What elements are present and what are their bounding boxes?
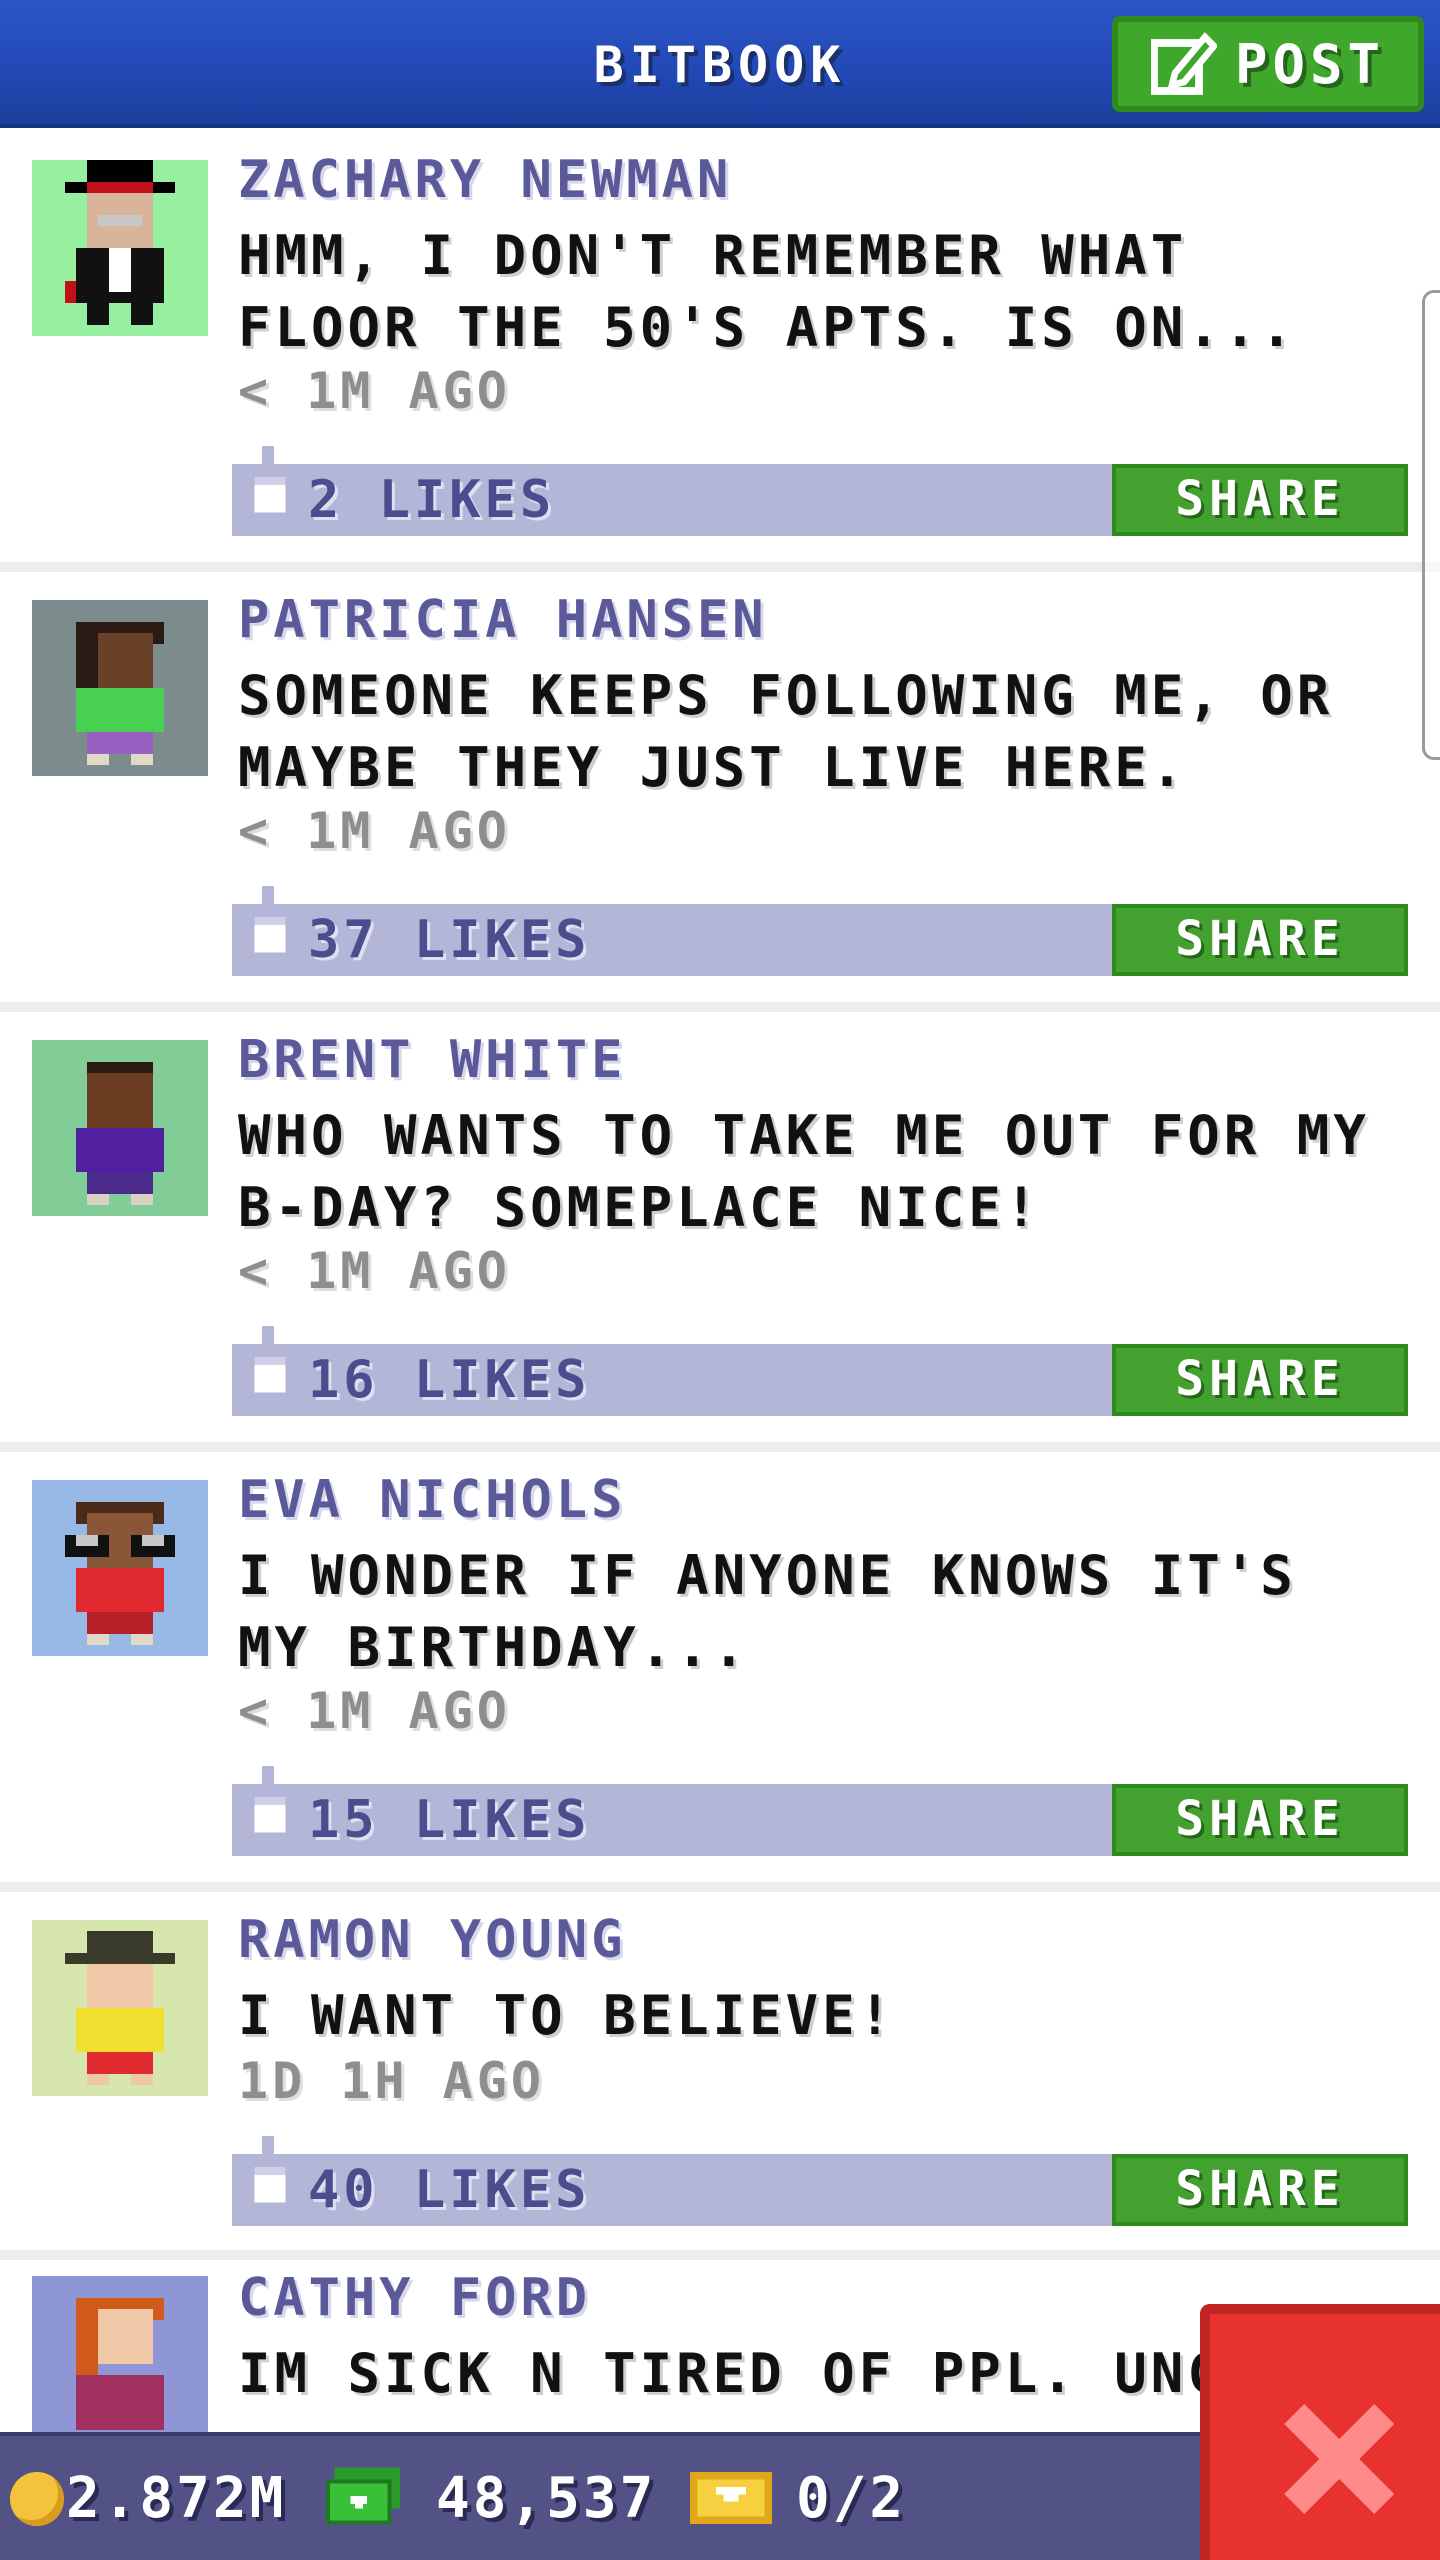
post-author[interactable]: BRENT WHITE bbox=[238, 1030, 626, 1090]
thumbs-up-icon[interactable] bbox=[246, 446, 290, 524]
coins-value: 2.872M bbox=[66, 2466, 287, 2531]
feed-post: PATRICIA HANSEN SOMEONE KEEPS FOLLOWING … bbox=[0, 572, 1440, 1012]
like-bar: 15 LIKES SHARE bbox=[232, 1766, 1408, 1856]
post-time: < 1M AGO bbox=[238, 362, 511, 420]
share-button[interactable]: SHARE bbox=[1112, 1784, 1408, 1856]
like-bar: 16 LIKES SHARE bbox=[232, 1326, 1408, 1416]
post-time: < 1M AGO bbox=[238, 1242, 511, 1300]
post-time: < 1M AGO bbox=[238, 802, 511, 860]
feed-post: EVA NICHOLS I WONDER IF ANYONE KNOWS IT'… bbox=[0, 1452, 1440, 1892]
post-message: SOMEONE KEEPS FOLLOWING ME, OR MAYBE THE… bbox=[238, 664, 1334, 799]
app-header: BITBOOK POST bbox=[0, 0, 1440, 128]
post-time: 1D 1H AGO bbox=[238, 2052, 545, 2110]
feed-post: BRENT WHITE WHO WANTS TO TAKE ME OUT FOR… bbox=[0, 1012, 1440, 1452]
like-count: 37 LIKES bbox=[308, 910, 591, 970]
like-count: 15 LIKES bbox=[308, 1790, 591, 1850]
bitbook-feed[interactable]: ZACHARY NEWMAN HMM, I DON'T REMEMBER WHA… bbox=[0, 132, 1440, 2460]
avatar bbox=[32, 2276, 208, 2452]
thumbs-up-icon[interactable] bbox=[246, 2136, 290, 2214]
like-bar: 40 LIKES SHARE bbox=[232, 2136, 1408, 2226]
post-time: < 1M AGO bbox=[238, 1682, 511, 1740]
post-message: I WANT TO BELIEVE! bbox=[238, 1984, 896, 2047]
feed-post: RAMON YOUNG I WANT TO BELIEVE! 1D 1H AGO… bbox=[0, 1892, 1440, 2260]
post-button[interactable]: POST bbox=[1112, 16, 1424, 112]
cash-icon bbox=[326, 2467, 400, 2525]
feed-post: ZACHARY NEWMAN HMM, I DON'T REMEMBER WHA… bbox=[0, 132, 1440, 572]
post-author[interactable]: PATRICIA HANSEN bbox=[238, 590, 768, 650]
post-author[interactable]: EVA NICHOLS bbox=[238, 1470, 626, 1530]
thumbs-up-icon[interactable] bbox=[246, 1326, 290, 1404]
post-author[interactable]: RAMON YOUNG bbox=[238, 1910, 626, 1970]
like-count: 2 LIKES bbox=[308, 470, 556, 530]
avatar bbox=[32, 160, 208, 336]
thumbs-up-icon[interactable] bbox=[246, 1766, 290, 1844]
avatar bbox=[32, 1040, 208, 1216]
avatar bbox=[32, 600, 208, 776]
post-author[interactable]: CATHY FORD bbox=[238, 2268, 591, 2328]
close-icon bbox=[1284, 2404, 1394, 2514]
post-author[interactable]: ZACHARY NEWMAN bbox=[238, 150, 732, 210]
tickets-value: 0/2 bbox=[796, 2466, 907, 2531]
edit-icon bbox=[1150, 32, 1217, 95]
post-message: IM SICK N TIRED OF PPL. UNCOR bbox=[238, 2342, 1218, 2405]
share-button[interactable]: SHARE bbox=[1112, 904, 1408, 976]
bux-value: 48,537 bbox=[436, 2466, 657, 2531]
post-message: HMM, I DON'T REMEMBER WHAT FLOOR THE 50'… bbox=[238, 224, 1297, 359]
coin-icon bbox=[10, 2472, 64, 2526]
like-bar: 2 LIKES SHARE bbox=[232, 446, 1408, 536]
share-button[interactable]: SHARE bbox=[1112, 2154, 1408, 2226]
like-count: 16 LIKES bbox=[308, 1350, 591, 1410]
share-button[interactable]: SHARE bbox=[1112, 464, 1408, 536]
close-button[interactable] bbox=[1200, 2304, 1440, 2560]
scrollbar-thumb[interactable] bbox=[1422, 290, 1440, 760]
avatar bbox=[32, 1920, 208, 2096]
thumbs-up-icon[interactable] bbox=[246, 886, 290, 964]
post-message: WHO WANTS TO TAKE ME OUT FOR MY B-DAY? S… bbox=[238, 1104, 1370, 1239]
avatar bbox=[32, 1480, 208, 1656]
share-button[interactable]: SHARE bbox=[1112, 1344, 1408, 1416]
like-bar: 37 LIKES SHARE bbox=[232, 886, 1408, 976]
ticket-icon bbox=[690, 2472, 772, 2524]
post-button-label: POST bbox=[1234, 32, 1386, 96]
like-count: 40 LIKES bbox=[308, 2160, 591, 2220]
post-message: I WONDER IF ANYONE KNOWS IT'S MY BIRTHDA… bbox=[238, 1544, 1297, 1679]
